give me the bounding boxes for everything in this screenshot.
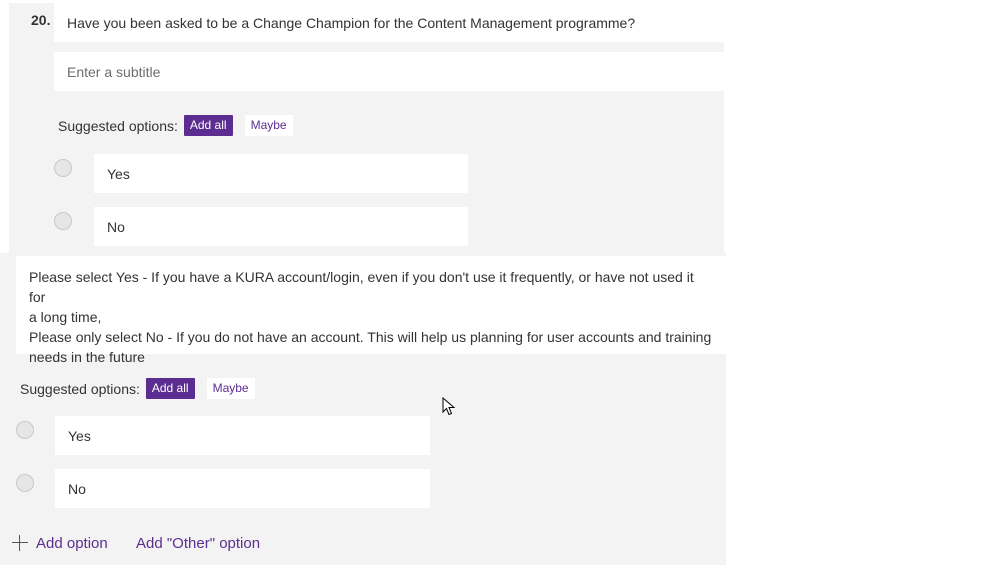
suggested-options-row: Suggested options: Add all Maybe [20,378,255,399]
add-all-button[interactable]: Add all [145,378,195,399]
add-all-button[interactable]: Add all [183,115,233,136]
add-option-link[interactable]: Add option [36,535,108,552]
description-line: Please select Yes - If you have a KURA a… [29,269,694,305]
description-line: needs in the future [29,349,145,365]
maybe-suggestion-button[interactable]: Maybe [206,378,255,399]
description-line: Please only select No - If you do not ha… [29,329,712,345]
question-subtitle-input[interactable]: Enter a subtitle [54,52,724,91]
radio-circle-icon[interactable] [54,159,72,177]
radio-circle-icon[interactable] [54,212,72,230]
option-yes-input[interactable]: Yes [94,154,468,193]
plus-icon[interactable] [12,535,28,551]
maybe-suggestion-button[interactable]: Maybe [244,115,293,136]
radio-circle-icon[interactable] [16,421,34,439]
suggested-options-label: Suggested options: [58,117,178,134]
question-description-input[interactable]: Please select Yes - If you have a KURA a… [16,256,726,365]
question-number: 20. [31,12,51,28]
question-title-input[interactable]: Have you been asked to be a Change Champ… [54,3,724,42]
suggested-options-label: Suggested options: [20,380,140,397]
mouse-pointer-icon [442,397,456,416]
option-no-input[interactable]: No [55,469,430,508]
add-other-option-link[interactable]: Add "Other" option [136,535,260,552]
description-line: a long time, [29,309,102,325]
suggested-options-row: Suggested options: Add all Maybe [58,115,293,136]
radio-circle-icon[interactable] [16,474,34,492]
option-yes-input[interactable]: Yes [55,416,430,455]
option-no-input[interactable]: No [94,207,468,246]
